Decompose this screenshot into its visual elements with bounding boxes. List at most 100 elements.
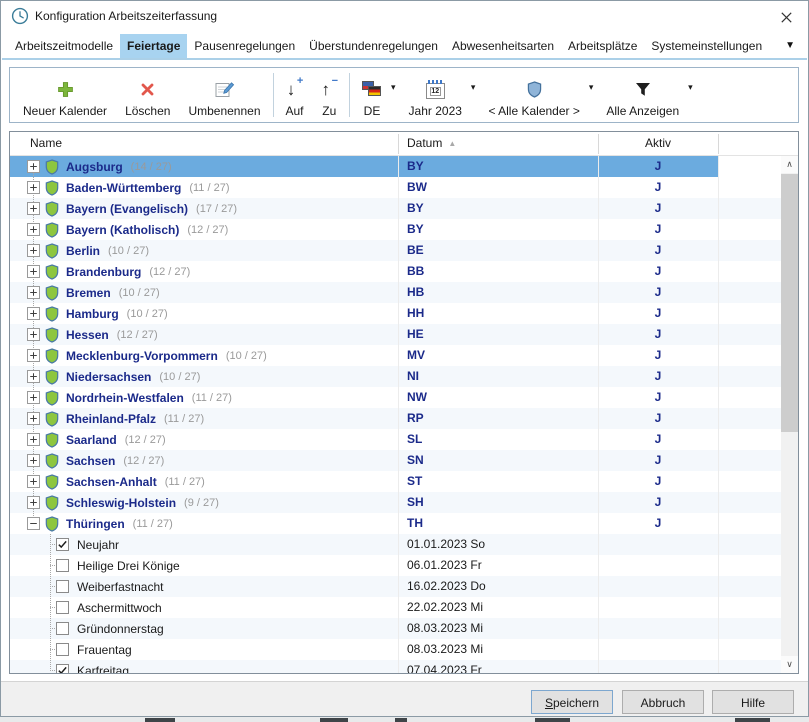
collapse-toggle-icon[interactable] xyxy=(27,517,40,530)
expand-toggle-icon[interactable] xyxy=(27,286,40,299)
table-row-holiday[interactable]: Karfreitag07.04.2023 Fr xyxy=(10,660,781,673)
table-row-calendar[interactable]: Sachsen-Anhalt(11 / 27)STJ xyxy=(10,471,781,492)
expand-toggle-icon[interactable] xyxy=(27,454,40,467)
expand-toggle-icon[interactable] xyxy=(27,265,40,278)
vertical-scrollbar[interactable]: ∧ ∨ xyxy=(781,156,798,673)
table-row-holiday[interactable]: Neujahr01.01.2023 So xyxy=(10,534,781,555)
tab-feiertage[interactable]: Feiertage xyxy=(120,34,187,58)
holiday-name-cell: Gründonnerstag xyxy=(10,618,398,639)
country-select-button[interactable]: DE xyxy=(353,72,391,118)
scroll-down-icon[interactable]: ∨ xyxy=(781,656,798,673)
chevron-down-icon[interactable]: ▾ xyxy=(471,83,476,92)
expand-toggle-icon[interactable] xyxy=(27,370,40,383)
table-row-calendar[interactable]: Schleswig-Holstein(9 / 27)SHJ xyxy=(10,492,781,513)
holiday-checkbox[interactable] xyxy=(56,643,69,656)
holiday-date: 08.03.2023 Mi xyxy=(398,618,598,639)
expand-toggle-icon[interactable] xyxy=(27,307,40,320)
column-header-aktiv[interactable]: Aktiv xyxy=(598,132,718,155)
table-row-calendar[interactable]: Baden-Württemberg(11 / 27)BWJ xyxy=(10,177,781,198)
table-row-calendar[interactable]: Saarland(12 / 27)SLJ xyxy=(10,429,781,450)
table-row-calendar[interactable]: Brandenburg(12 / 27)BBJ xyxy=(10,261,781,282)
calendar-active-flag: J xyxy=(598,387,718,408)
table-row-holiday[interactable]: Aschermittwoch22.02.2023 Mi xyxy=(10,597,781,618)
scrollbar-thumb[interactable] xyxy=(781,174,798,432)
calendar-name: Niedersachsen xyxy=(66,370,151,384)
collapse-all-button[interactable]: ↑− Zu xyxy=(313,72,347,118)
table-row-holiday[interactable]: Gründonnerstag08.03.2023 Mi xyxy=(10,618,781,639)
calendar-filter-button[interactable]: < Alle Kalender > xyxy=(479,72,588,118)
calendar-name-cell: Rheinland-Pfalz(11 / 27) xyxy=(10,408,398,429)
expand-toggle-icon[interactable] xyxy=(27,496,40,509)
arrow-up-minus-icon: ↑− xyxy=(322,77,338,101)
tab-arbeitszeitmodelle[interactable]: Arbeitszeitmodelle xyxy=(8,34,120,58)
table-row-calendar[interactable]: Bayern (Katholisch)(12 / 27)BYJ xyxy=(10,219,781,240)
holiday-checkbox[interactable] xyxy=(56,601,69,614)
delete-button[interactable]: Löschen xyxy=(116,72,179,118)
table-row-calendar[interactable]: Rheinland-Pfalz(11 / 27)RPJ xyxy=(10,408,781,429)
expand-toggle-icon[interactable] xyxy=(27,244,40,257)
holiday-date: 06.01.2023 Fr xyxy=(398,555,598,576)
close-button[interactable] xyxy=(770,5,802,29)
rename-button[interactable]: Umbenennen xyxy=(179,72,269,118)
column-header-name[interactable]: Name xyxy=(10,132,398,155)
table-row-holiday[interactable]: Frauentag08.03.2023 Mi xyxy=(10,639,781,660)
taskbar-strip xyxy=(0,717,809,722)
clock-app-icon xyxy=(11,7,29,25)
holiday-checkbox[interactable] xyxy=(56,538,69,551)
scroll-up-icon[interactable]: ∧ xyxy=(781,156,798,173)
expand-toggle-icon[interactable] xyxy=(27,202,40,215)
cancel-button[interactable]: Abbruch xyxy=(622,690,704,714)
holiday-checkbox[interactable] xyxy=(56,580,69,593)
chevron-down-icon[interactable]: ▾ xyxy=(589,83,594,92)
table-row-calendar[interactable]: Mecklenburg-Vorpommern(10 / 27)MVJ xyxy=(10,345,781,366)
expand-toggle-icon[interactable] xyxy=(27,391,40,404)
holiday-checkbox[interactable] xyxy=(56,559,69,572)
calendar-name: Saarland xyxy=(66,433,117,447)
calendar-state-code: NW xyxy=(398,387,598,408)
tab-bar: Arbeitszeitmodelle Feiertage Pausenregel… xyxy=(8,34,774,58)
help-button[interactable]: Hilfe xyxy=(712,690,794,714)
column-header-datum[interactable]: Datum▲ xyxy=(398,132,598,155)
expand-toggle-icon[interactable] xyxy=(27,160,40,173)
table-row-calendar[interactable]: Hessen(12 / 27)HEJ xyxy=(10,324,781,345)
tab-overflow-chevron-icon[interactable]: ▼ xyxy=(785,41,795,51)
tab-pausenregelungen[interactable]: Pausenregelungen xyxy=(187,34,302,58)
expand-toggle-icon[interactable] xyxy=(27,328,40,341)
tab-abwesenheitsarten[interactable]: Abwesenheitsarten xyxy=(445,34,561,58)
save-button[interactable]: Speichern xyxy=(531,690,613,714)
calendar-name-cell: Bayern (Katholisch)(12 / 27) xyxy=(10,219,398,240)
table-row-calendar[interactable]: Niedersachsen(10 / 27)NIJ xyxy=(10,366,781,387)
chevron-down-icon[interactable]: ▾ xyxy=(688,83,693,92)
table-row-calendar[interactable]: Berlin(10 / 27)BEJ xyxy=(10,240,781,261)
expand-toggle-icon[interactable] xyxy=(27,433,40,446)
table-row-calendar[interactable]: Bayern (Evangelisch)(17 / 27)BYJ xyxy=(10,198,781,219)
expand-toggle-icon[interactable] xyxy=(27,412,40,425)
holiday-checkbox[interactable] xyxy=(56,622,69,635)
taskbar-fragment xyxy=(735,718,770,722)
table-row-calendar[interactable]: Thüringen(11 / 27)THJ xyxy=(10,513,781,534)
tab-systemeinstellungen[interactable]: Systemeinstellungen xyxy=(644,34,769,58)
expand-toggle-icon[interactable] xyxy=(27,475,40,488)
table-row-calendar[interactable]: Nordrhein-Westfalen(11 / 27)NWJ xyxy=(10,387,781,408)
table-row-calendar[interactable]: Sachsen(12 / 27)SNJ xyxy=(10,450,781,471)
calendar-name-cell: Sachsen(12 / 27) xyxy=(10,450,398,471)
expand-toggle-icon[interactable] xyxy=(27,181,40,194)
new-calendar-button[interactable]: Neuer Kalender xyxy=(14,72,116,118)
tab-ueberstundenregelungen[interactable]: Überstundenregelungen xyxy=(302,34,445,58)
holiday-name-cell: Karfreitag xyxy=(10,660,398,673)
expand-toggle-icon[interactable] xyxy=(27,223,40,236)
table-row-calendar[interactable]: Augsburg(14 / 27)BYJ xyxy=(10,156,781,177)
calendar-name: Hessen xyxy=(66,328,109,342)
chevron-down-icon[interactable]: ▾ xyxy=(391,83,396,92)
table-row-calendar[interactable]: Hamburg(10 / 27)HHJ xyxy=(10,303,781,324)
expand-all-button[interactable]: ↓+ Auf xyxy=(277,72,313,118)
calendar-shield-icon xyxy=(45,390,59,406)
year-select-button[interactable]: 12 Jahr 2023 xyxy=(400,72,471,118)
table-row-calendar[interactable]: Bremen(10 / 27)HBJ xyxy=(10,282,781,303)
tab-arbeitsplaetze[interactable]: Arbeitsplätze xyxy=(561,34,644,58)
holiday-checkbox[interactable] xyxy=(56,664,69,673)
table-row-holiday[interactable]: Heilige Drei Könige06.01.2023 Fr xyxy=(10,555,781,576)
table-row-holiday[interactable]: Weiberfastnacht16.02.2023 Do xyxy=(10,576,781,597)
show-filter-button[interactable]: Alle Anzeigen xyxy=(597,72,688,118)
expand-toggle-icon[interactable] xyxy=(27,349,40,362)
